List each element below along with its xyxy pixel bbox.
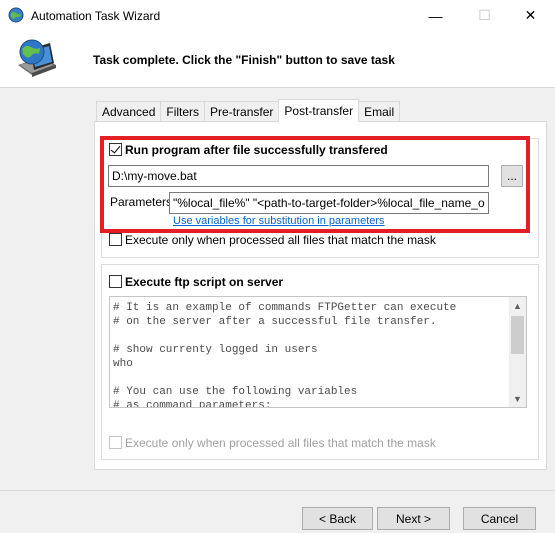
window-title: Automation Task Wizard bbox=[31, 9, 161, 23]
script-text: # It is an example of commands FTPGetter… bbox=[113, 302, 457, 408]
ftp-script-checkbox[interactable] bbox=[109, 275, 122, 288]
ftp-execute-only-processed-label: Execute only when processed all files th… bbox=[125, 436, 436, 450]
tab-strip: Advanced Filters Pre-transfer Post-trans… bbox=[96, 99, 401, 122]
tab-email[interactable]: Email bbox=[358, 101, 401, 122]
parameters-label: Parameters bbox=[110, 195, 173, 209]
execute-only-processed-label[interactable]: Execute only when processed all files th… bbox=[125, 233, 436, 247]
scroll-down-icon[interactable]: ▼ bbox=[509, 390, 526, 407]
run-program-label[interactable]: Run program after file successfully tran… bbox=[125, 143, 388, 157]
script-scrollbar[interactable]: ▲ ▼ bbox=[509, 297, 526, 407]
scroll-up-icon[interactable]: ▲ bbox=[509, 297, 526, 314]
cancel-button[interactable]: Cancel bbox=[463, 507, 536, 530]
back-button[interactable]: < Back bbox=[302, 507, 373, 530]
program-path-input[interactable]: D:\my-move.bat bbox=[108, 165, 489, 187]
tab-advanced[interactable]: Advanced bbox=[96, 101, 162, 122]
wizard-header: Task complete. Click the "Finish" button… bbox=[0, 31, 555, 88]
next-button[interactable]: Next > bbox=[377, 507, 450, 530]
ftp-script-label[interactable]: Execute ftp script on server bbox=[125, 275, 283, 289]
minimize-button[interactable]: — bbox=[413, 0, 458, 31]
tab-filters[interactable]: Filters bbox=[160, 101, 206, 122]
close-button[interactable]: ✕ bbox=[508, 0, 553, 31]
scroll-thumb[interactable] bbox=[511, 316, 524, 354]
header-message: Task complete. Click the "Finish" button… bbox=[93, 53, 395, 67]
ftp-execute-only-processed-checkbox bbox=[109, 436, 122, 449]
parameters-input[interactable]: "%local_file%" "<path-to-target-folder>%… bbox=[169, 192, 489, 214]
maximize-button[interactable]: ☐ bbox=[462, 0, 507, 31]
run-program-checkbox[interactable] bbox=[109, 143, 122, 156]
variables-help-link[interactable]: Use variables for substitution in parame… bbox=[173, 215, 385, 227]
tab-post-transfer[interactable]: Post-transfer bbox=[278, 99, 360, 122]
browse-button[interactable]: ... bbox=[501, 165, 523, 187]
app-globe-icon bbox=[8, 7, 24, 23]
tab-pre-transfer[interactable]: Pre-transfer bbox=[204, 101, 280, 122]
wizard-laptop-globe-icon bbox=[18, 39, 56, 77]
execute-only-processed-checkbox[interactable] bbox=[109, 233, 122, 246]
title-bar: Automation Task Wizard — ☐ ✕ bbox=[0, 0, 555, 31]
ftp-script-textarea[interactable]: # It is an example of commands FTPGetter… bbox=[109, 296, 527, 408]
